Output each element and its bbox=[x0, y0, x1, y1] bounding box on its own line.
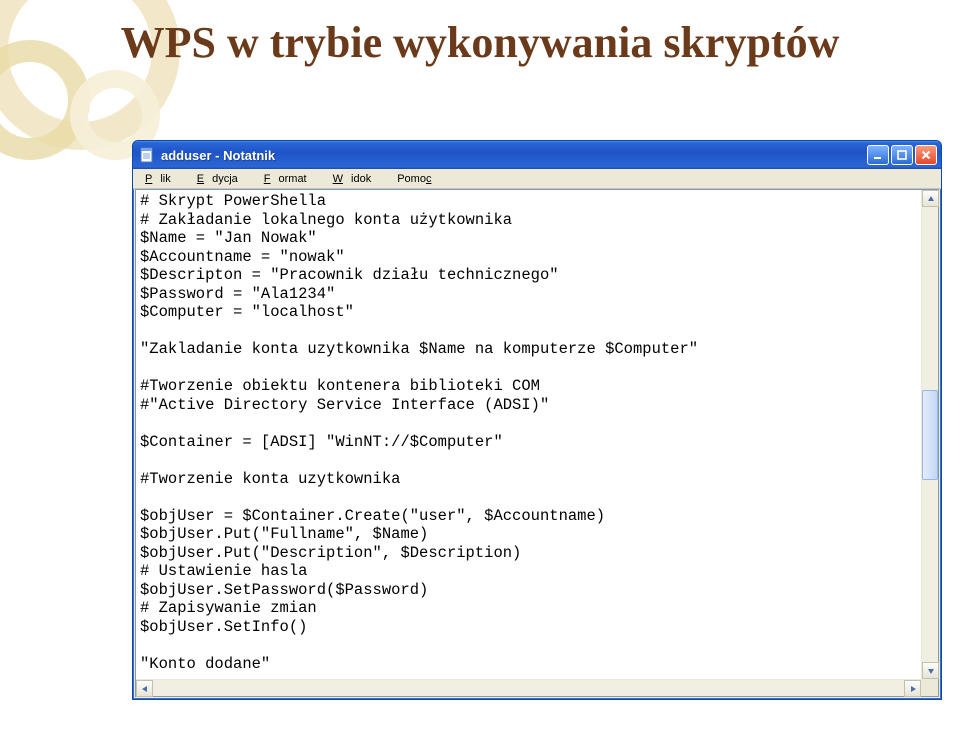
menu-edycja[interactable]: Edycja bbox=[189, 171, 254, 187]
menu-widok[interactable]: Widok bbox=[325, 171, 388, 187]
maximize-button[interactable] bbox=[891, 145, 913, 165]
horizontal-scrollbar[interactable] bbox=[136, 679, 921, 696]
scroll-right-button[interactable] bbox=[904, 680, 921, 697]
scroll-thumb-vertical[interactable] bbox=[922, 390, 938, 480]
editor-area: # Skrypt PowerShella # Zakładanie lokaln… bbox=[135, 189, 939, 697]
notepad-window: adduser - Notatnik Plik Edycja Format Wi… bbox=[132, 140, 942, 700]
minimize-button[interactable] bbox=[867, 145, 889, 165]
scroll-up-button[interactable] bbox=[922, 190, 939, 207]
menu-pomoc[interactable]: Pomoc bbox=[389, 171, 439, 187]
titlebar[interactable]: adduser - Notatnik bbox=[133, 141, 941, 169]
menu-plik[interactable]: Plik bbox=[137, 171, 187, 187]
menu-format[interactable]: Format bbox=[256, 171, 323, 187]
notepad-icon bbox=[139, 147, 155, 163]
vertical-scrollbar[interactable] bbox=[921, 190, 938, 679]
scroll-left-button[interactable] bbox=[136, 680, 153, 697]
menubar: Plik Edycja Format Widok Pomoc bbox=[133, 169, 941, 189]
scroll-down-button[interactable] bbox=[922, 662, 939, 679]
slide-title: WPS w trybie wykonywania skryptów bbox=[0, 0, 960, 69]
window-title: adduser - Notatnik bbox=[161, 148, 867, 163]
close-button[interactable] bbox=[915, 145, 937, 165]
window-controls bbox=[867, 145, 937, 165]
text-editor[interactable]: # Skrypt PowerShella # Zakładanie lokaln… bbox=[136, 190, 921, 679]
scrollbar-corner bbox=[921, 679, 938, 696]
